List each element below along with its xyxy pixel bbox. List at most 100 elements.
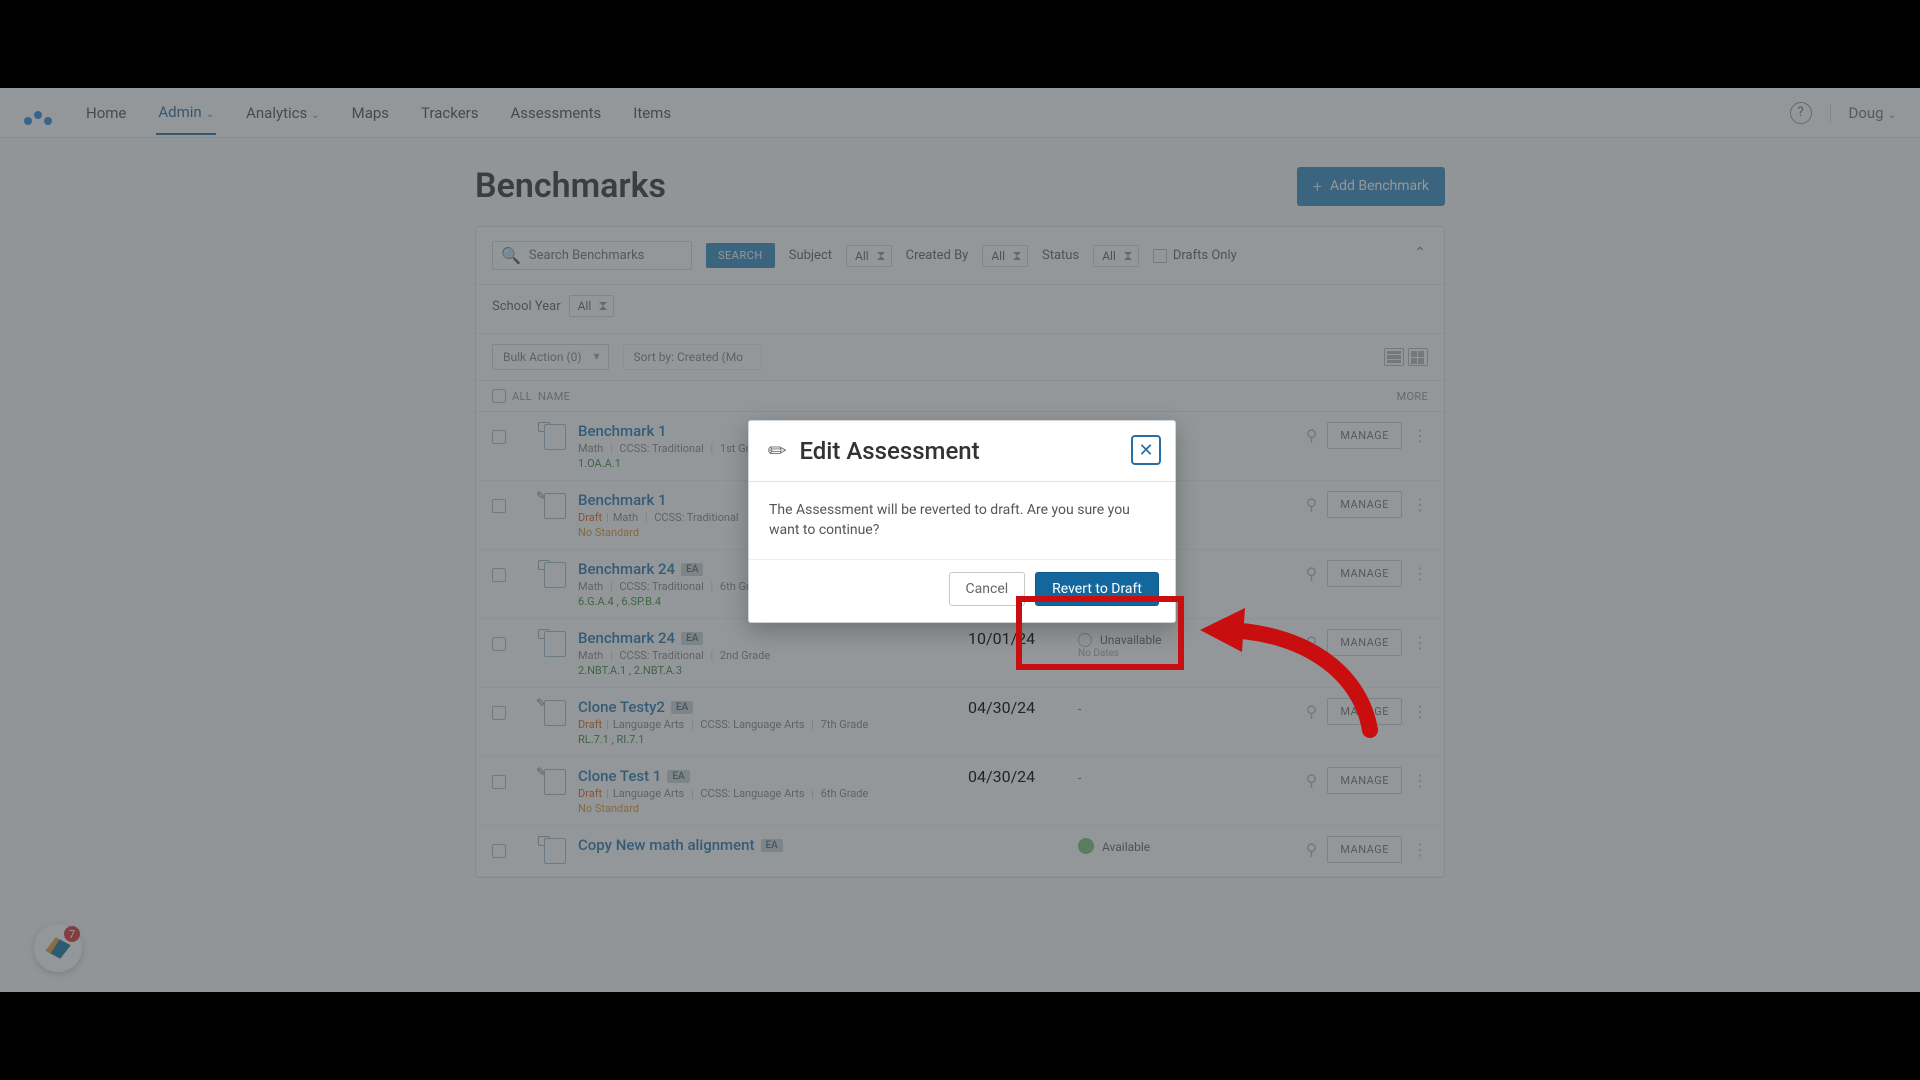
benchmark-meta: Draft|Language Arts | CCSS: Language Art… xyxy=(578,787,968,800)
col-name-label: NAME xyxy=(538,390,968,403)
nav-analytics[interactable]: Analytics⌄ xyxy=(244,92,322,134)
drafts-only-label: Drafts Only xyxy=(1173,248,1237,263)
schoolyear-select[interactable]: All xyxy=(569,295,615,317)
app-logo[interactable] xyxy=(24,101,60,125)
edit-assessment-modal: ✎ Edit Assessment ✕ The Assessment will … xyxy=(748,420,1176,623)
ea-badge: EA xyxy=(761,839,783,852)
sort-value: Created (Mo xyxy=(677,350,743,364)
nav-links: Home Admin ⌄ Analytics⌄ Maps Trackers Ass… xyxy=(84,91,673,135)
row-checkbox[interactable] xyxy=(492,637,506,651)
subject-select[interactable]: All xyxy=(846,245,892,267)
status-label: Status xyxy=(1042,248,1079,263)
ea-badge: EA xyxy=(667,770,689,783)
search-input[interactable] xyxy=(529,248,683,263)
locked-doc-icon xyxy=(538,629,572,659)
collapse-filters-icon[interactable]: ⌃ xyxy=(1414,245,1426,261)
pin-icon[interactable]: ⚲ xyxy=(1306,495,1318,514)
locked-doc-icon xyxy=(538,560,572,590)
pin-icon[interactable]: ⚲ xyxy=(1306,702,1318,721)
pin-icon[interactable]: ⚲ xyxy=(1306,633,1318,652)
nav-items[interactable]: Items xyxy=(631,92,673,134)
checkbox-icon xyxy=(1153,249,1167,263)
nav-assessments[interactable]: Assessments xyxy=(508,92,603,134)
pin-icon[interactable]: ⚲ xyxy=(1306,771,1318,790)
nav-admin-label: Admin xyxy=(158,103,201,121)
benchmark-title-link[interactable]: Copy New math alignmentEA xyxy=(578,836,968,854)
row-checkbox[interactable] xyxy=(492,706,506,720)
row-checkbox[interactable] xyxy=(492,568,506,582)
status-dot-unavailable-icon xyxy=(1078,633,1092,647)
createdby-label: Created By xyxy=(906,248,969,263)
row-checkbox[interactable] xyxy=(492,430,506,444)
manage-button[interactable]: MANAGE xyxy=(1327,491,1402,518)
created-date: 04/30/24 xyxy=(968,767,1078,786)
pencil-icon: ✎ xyxy=(763,436,794,467)
nav-trackers[interactable]: Trackers xyxy=(419,92,480,134)
benchmark-title-link[interactable]: Clone Testy2EA xyxy=(578,698,968,716)
ea-badge: EA xyxy=(681,632,703,645)
row-menu-icon[interactable]: ⋮ xyxy=(1412,702,1428,721)
status-select[interactable]: All xyxy=(1093,245,1139,267)
row-menu-icon[interactable]: ⋮ xyxy=(1412,633,1428,652)
row-checkbox[interactable] xyxy=(492,844,506,858)
bulk-action-select[interactable]: Bulk Action (0) xyxy=(492,344,609,370)
draft-doc-icon xyxy=(538,767,572,797)
pin-icon[interactable]: ⚲ xyxy=(1306,564,1318,583)
table-row: Copy New math alignmentEA Available ⚲ MANAG… xyxy=(476,826,1444,877)
user-menu[interactable]: Doug⌄ xyxy=(1849,104,1896,122)
manage-button[interactable]: MANAGE xyxy=(1327,629,1402,656)
nav-maps[interactable]: Maps xyxy=(350,92,391,134)
benchmark-title-link[interactable]: Benchmark 24EA xyxy=(578,629,968,647)
createdby-select[interactable]: All xyxy=(982,245,1028,267)
row-checkbox[interactable] xyxy=(492,775,506,789)
table-row: Benchmark 24EAMath | CCSS: Traditional |… xyxy=(476,619,1444,688)
add-benchmark-label: Add Benchmark xyxy=(1330,178,1429,194)
list-view-icon[interactable] xyxy=(1384,348,1404,366)
manage-button[interactable]: MANAGE xyxy=(1327,422,1402,449)
modal-header: ✎ Edit Assessment ✕ xyxy=(749,421,1175,482)
sort-select[interactable]: Sort by: Created (Mo xyxy=(623,344,763,370)
col-all-label: ALL xyxy=(512,390,532,403)
manage-button[interactable]: MANAGE xyxy=(1327,767,1402,794)
modal-footer: Cancel Revert to Draft xyxy=(749,559,1175,622)
modal-close-button[interactable]: ✕ xyxy=(1131,435,1161,465)
notifications-bubble[interactable]: 7 xyxy=(34,924,82,972)
revert-to-draft-button[interactable]: Revert to Draft xyxy=(1035,572,1159,606)
sort-prefix: Sort by: xyxy=(634,350,675,364)
table-row: Clone Test 1EA Draft|Language Arts | CCSS… xyxy=(476,757,1444,826)
nav-home[interactable]: Home xyxy=(84,92,128,134)
row-menu-icon[interactable]: ⋮ xyxy=(1412,495,1428,514)
ea-badge: EA xyxy=(681,563,703,576)
pin-icon[interactable]: ⚲ xyxy=(1306,840,1318,859)
manage-button[interactable]: MANAGE xyxy=(1327,836,1402,863)
add-benchmark-button[interactable]: +Add Benchmark xyxy=(1297,167,1445,206)
search-button[interactable]: SEARCH xyxy=(706,243,775,268)
manage-button[interactable]: MANAGE xyxy=(1327,698,1402,725)
help-icon[interactable]: ? xyxy=(1790,102,1812,124)
chevron-down-icon: ⌄ xyxy=(206,109,214,120)
select-all-header[interactable]: ALL xyxy=(492,389,538,403)
letterbox: Home Admin⌄ Analytics⌄ Maps Trackers Ass… xyxy=(0,0,1920,1080)
row-menu-icon[interactable]: ⋮ xyxy=(1412,564,1428,583)
row-menu-icon[interactable]: ⋮ xyxy=(1412,771,1428,790)
page-title: Benchmarks xyxy=(475,166,666,206)
grid-view-icon[interactable] xyxy=(1408,348,1428,366)
modal-title: Edit Assessment xyxy=(799,437,979,465)
chevron-down-icon: ⌄ xyxy=(1888,110,1896,121)
benchmark-title-link[interactable]: Clone Test 1EA xyxy=(578,767,968,785)
row-checkbox[interactable] xyxy=(492,499,506,513)
benchmark-standards: No Standard xyxy=(578,802,968,815)
top-nav: Home Admin⌄ Analytics⌄ Maps Trackers Ass… xyxy=(0,88,1920,138)
row-menu-icon[interactable]: ⋮ xyxy=(1412,840,1428,859)
cancel-button[interactable]: Cancel xyxy=(949,572,1026,606)
drafts-only-toggle[interactable]: Drafts Only xyxy=(1153,248,1237,263)
manage-button[interactable]: MANAGE xyxy=(1327,560,1402,587)
pin-icon[interactable]: ⚲ xyxy=(1306,426,1318,445)
nav-admin[interactable]: Admin ⌄ xyxy=(156,91,216,135)
row-menu-icon[interactable]: ⋮ xyxy=(1412,426,1428,445)
nav-analytics-label: Analytics xyxy=(246,104,307,122)
status-cell: UnavailableNo Dates xyxy=(1078,629,1298,659)
status-cell: Available xyxy=(1078,836,1298,855)
created-date: 10/01/24 xyxy=(968,629,1078,648)
search-field[interactable]: 🔍 xyxy=(492,241,692,270)
